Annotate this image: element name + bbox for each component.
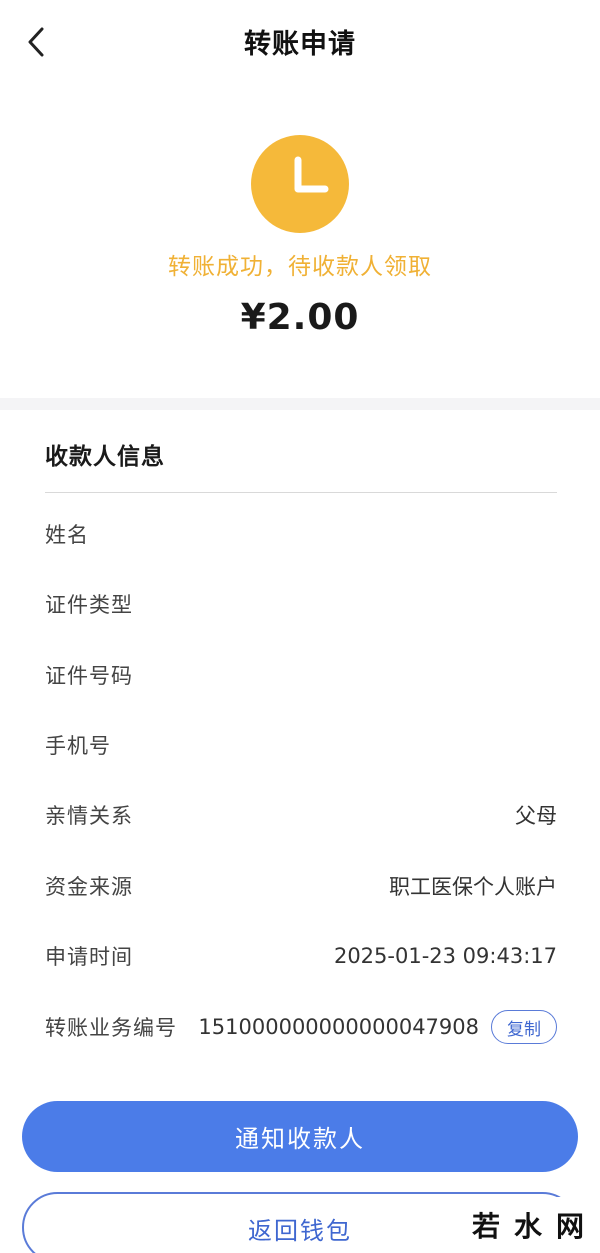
row-id-type: 证件类型 — [45, 584, 557, 624]
row-label: 姓名 — [45, 523, 89, 547]
row-label: 转账业务编号 — [45, 1016, 177, 1040]
row-label: 亲情关系 — [45, 804, 133, 828]
copy-button[interactable]: 复制 — [491, 1010, 557, 1044]
clock-icon — [251, 135, 349, 233]
row-label: 申请时间 — [45, 945, 133, 969]
row-value-group: 151000000000000047908 复制 — [198, 1010, 557, 1044]
row-label: 资金来源 — [45, 875, 133, 899]
row-business-number: 转账业务编号 151000000000000047908 复制 — [45, 1007, 557, 1047]
notify-payee-button[interactable]: 通知收款人 — [22, 1101, 578, 1172]
status-text: 转账成功，待收款人领取 — [168, 254, 432, 280]
divider — [45, 492, 557, 493]
header: 转账申请 — [0, 0, 600, 82]
watermark: 若水网 — [470, 1197, 600, 1253]
watermark-text: 若水网 — [471, 1210, 598, 1243]
row-value: 职工医保个人账户 — [389, 875, 557, 899]
business-number-value: 151000000000000047908 — [198, 1015, 479, 1039]
row-fund-source: 资金来源 职工医保个人账户 — [45, 866, 557, 906]
page-title: 转账申请 — [244, 29, 356, 60]
row-label: 手机号 — [45, 734, 111, 758]
section-separator — [0, 398, 600, 410]
row-relationship: 亲情关系 父母 — [45, 795, 557, 835]
payee-info-title: 收款人信息 — [45, 444, 165, 470]
transfer-amount: ¥2.00 — [240, 297, 360, 338]
row-label: 证件类型 — [45, 593, 133, 617]
row-name: 姓名 — [45, 514, 557, 554]
row-label: 证件号码 — [45, 664, 133, 688]
row-value: 2025-01-23 09:43:17 — [333, 944, 557, 968]
row-value: 父母 — [515, 804, 557, 828]
transfer-application-page: 转账申请 转账成功，待收款人领取 ¥2.00 收款人信息 姓名 证件类型 证件号… — [0, 0, 600, 1253]
row-apply-time: 申请时间 2025-01-23 09:43:17 — [45, 936, 557, 976]
row-phone: 手机号 — [45, 725, 557, 765]
row-id-number: 证件号码 — [45, 655, 557, 695]
